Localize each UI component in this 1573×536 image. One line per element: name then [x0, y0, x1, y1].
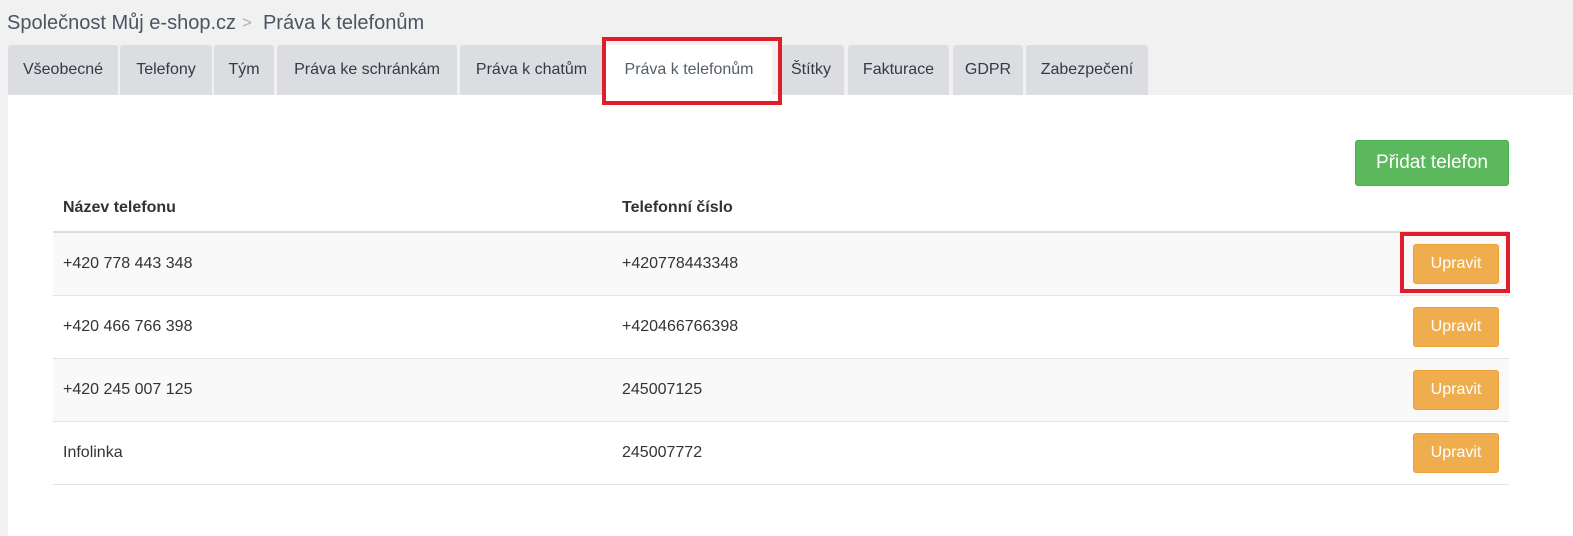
phone-number-cell: 245007125 [612, 358, 1369, 422]
phone-name-cell: Infolinka [53, 421, 612, 485]
breadcrumb-separator: > [242, 13, 252, 32]
phone-number-cell: +420778443348 [612, 231, 1369, 296]
actions-cell: Upravit [1369, 295, 1509, 359]
table-row: +420 245 007 125 245007125 Upravit [53, 358, 1509, 422]
column-header-number: Telefonní číslo [612, 185, 1369, 233]
tab-fakturace[interactable]: Fakturace [848, 45, 949, 95]
edit-button[interactable]: Upravit [1413, 370, 1499, 410]
breadcrumb-current: Práva k telefonům [262, 11, 425, 34]
phone-name-cell: +420 245 007 125 [53, 358, 612, 422]
tab-gdpr[interactable]: GDPR [953, 45, 1023, 95]
breadcrumb: Společnost Můj e-shop.cz > Práva k telef… [7, 9, 424, 37]
actions-cell: Upravit [1369, 358, 1509, 422]
tab-stitky[interactable]: Štítky [778, 45, 844, 95]
tab-tym[interactable]: Tým [214, 45, 274, 95]
table-row: +420 778 443 348 +420778443348 Upravit [53, 231, 1509, 296]
edit-button[interactable]: Upravit [1413, 433, 1499, 473]
table-header-row: Název telefonu Telefonní číslo [53, 185, 1509, 233]
phone-number-cell: +420466766398 [612, 295, 1369, 359]
edit-button[interactable]: Upravit [1413, 244, 1499, 284]
phone-name-cell: +420 466 766 398 [53, 295, 612, 359]
tab-prava-k-telefonum[interactable]: Práva k telefonům [606, 45, 772, 95]
tab-prava-k-chatum[interactable]: Práva k chatům [460, 45, 603, 95]
add-phone-button[interactable]: Přidat telefon [1355, 140, 1509, 186]
actions-cell: Upravit [1369, 231, 1509, 296]
tab-zabezpeceni[interactable]: Zabezpečení [1026, 45, 1148, 95]
content-panel: Přidat telefon Název telefonu Telefonní … [8, 95, 1573, 536]
column-header-name: Název telefonu [53, 185, 612, 233]
breadcrumb-company[interactable]: Společnost Můj e-shop.cz [7, 12, 236, 35]
table-row: +420 466 766 398 +420466766398 Upravit [53, 295, 1509, 359]
phones-table: Název telefonu Telefonní číslo +420 778 … [53, 185, 1509, 485]
table-row: Infolinka 245007772 Upravit [53, 421, 1509, 485]
tab-prava-ke-schrankam[interactable]: Práva ke schránkám [277, 45, 457, 95]
actions-cell: Upravit [1369, 421, 1509, 485]
column-header-actions [1369, 185, 1509, 233]
edit-button[interactable]: Upravit [1413, 307, 1499, 347]
phone-name-cell: +420 778 443 348 [53, 231, 612, 296]
phone-number-cell: 245007772 [612, 421, 1369, 485]
tab-telefony[interactable]: Telefony [120, 45, 212, 95]
tab-vseobecne[interactable]: Všeobecné [8, 45, 118, 95]
